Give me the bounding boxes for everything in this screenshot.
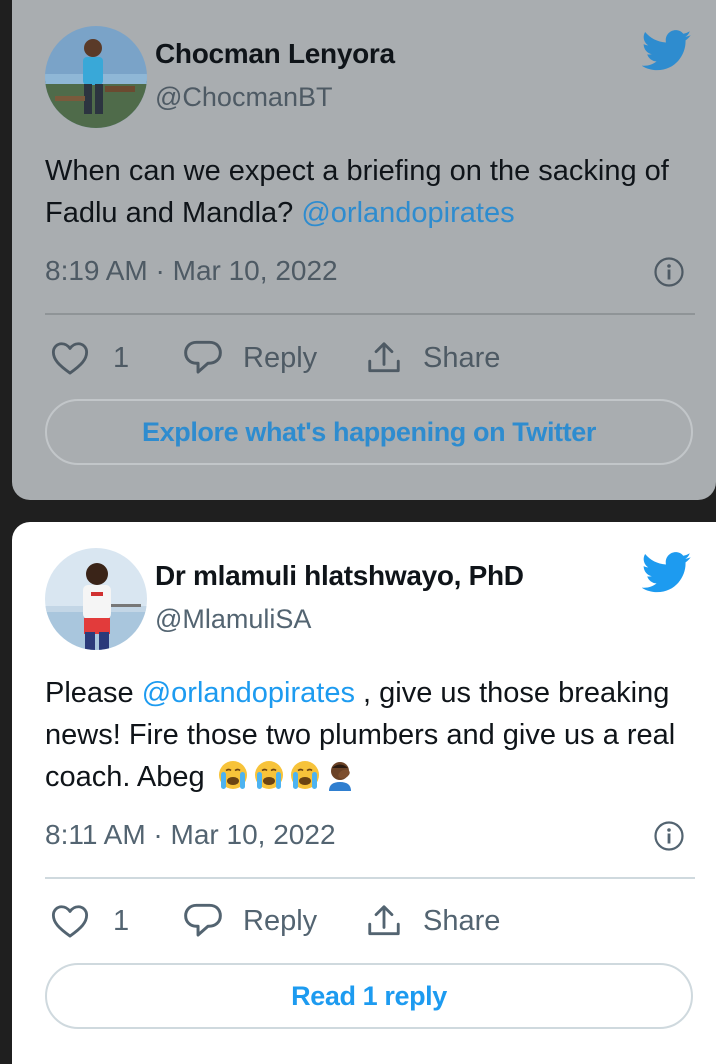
share-icon <box>368 342 400 373</box>
share-label: Share <box>423 341 501 374</box>
loudly-crying-face-icon <box>290 761 319 789</box>
author-handle[interactable]: @ChocmanBT <box>155 82 332 113</box>
loudly-crying-face-icon <box>218 761 247 789</box>
like-button[interactable]: 1 <box>51 333 129 383</box>
timestamp[interactable]: 8:11 AM · Mar 10, 2022 <box>45 819 336 851</box>
avatar[interactable] <box>45 26 147 128</box>
action-bar: 1 Reply Share <box>45 896 665 946</box>
man-facepalming-icon <box>328 762 351 791</box>
author-name[interactable]: Dr mlamuli hlatshwayo, PhD <box>155 560 524 592</box>
like-button[interactable]: 1 <box>51 896 129 946</box>
heart-icon <box>51 342 89 375</box>
heart-icon <box>51 905 89 938</box>
reply-bubble-icon <box>184 903 222 937</box>
share-button[interactable]: Share <box>365 333 500 383</box>
reply-label: Reply <box>243 904 318 937</box>
info-icon[interactable] <box>653 256 685 288</box>
action-bar: 1 Reply Share <box>45 333 665 383</box>
info-icon[interactable] <box>653 820 685 852</box>
divider <box>45 313 695 315</box>
tweet-text: Please @orlandopirates , give us those b… <box>45 672 695 798</box>
share-icon <box>368 905 400 936</box>
like-count: 1 <box>113 904 130 937</box>
twitter-bird-icon[interactable] <box>642 552 692 594</box>
twitter-bird-icon[interactable] <box>642 30 692 72</box>
divider <box>45 877 695 879</box>
tweet-text: When can we expect a briefing on the sac… <box>45 150 695 234</box>
tweet-text-part: Please <box>45 677 142 709</box>
mention-link[interactable]: @orlandopirates <box>142 677 355 709</box>
reply-bubble-icon <box>184 340 222 374</box>
timestamp[interactable]: 8:19 AM · Mar 10, 2022 <box>45 255 338 287</box>
share-button[interactable]: Share <box>365 896 500 946</box>
read-replies-button[interactable]: Read 1 reply <box>45 963 693 1029</box>
like-count: 1 <box>113 341 130 374</box>
reply-button[interactable]: Reply <box>183 333 317 383</box>
tweet-card-2[interactable]: Dr mlamuli hlatshwayo, PhD @MlamuliSA Pl… <box>12 522 716 1064</box>
share-label: Share <box>423 904 501 937</box>
explore-twitter-button[interactable]: Explore what's happening on Twitter <box>45 399 693 465</box>
loudly-crying-face-icon <box>254 761 283 789</box>
avatar[interactable] <box>45 548 147 650</box>
reply-button[interactable]: Reply <box>183 896 317 946</box>
author-name[interactable]: Chocman Lenyora <box>155 38 395 70</box>
author-handle[interactable]: @MlamuliSA <box>155 604 311 635</box>
mention-link[interactable]: @orlandopirates <box>301 197 514 229</box>
reply-label: Reply <box>243 341 318 374</box>
tweet-card-1[interactable]: Chocman Lenyora @ChocmanBT When can we e… <box>12 0 716 500</box>
